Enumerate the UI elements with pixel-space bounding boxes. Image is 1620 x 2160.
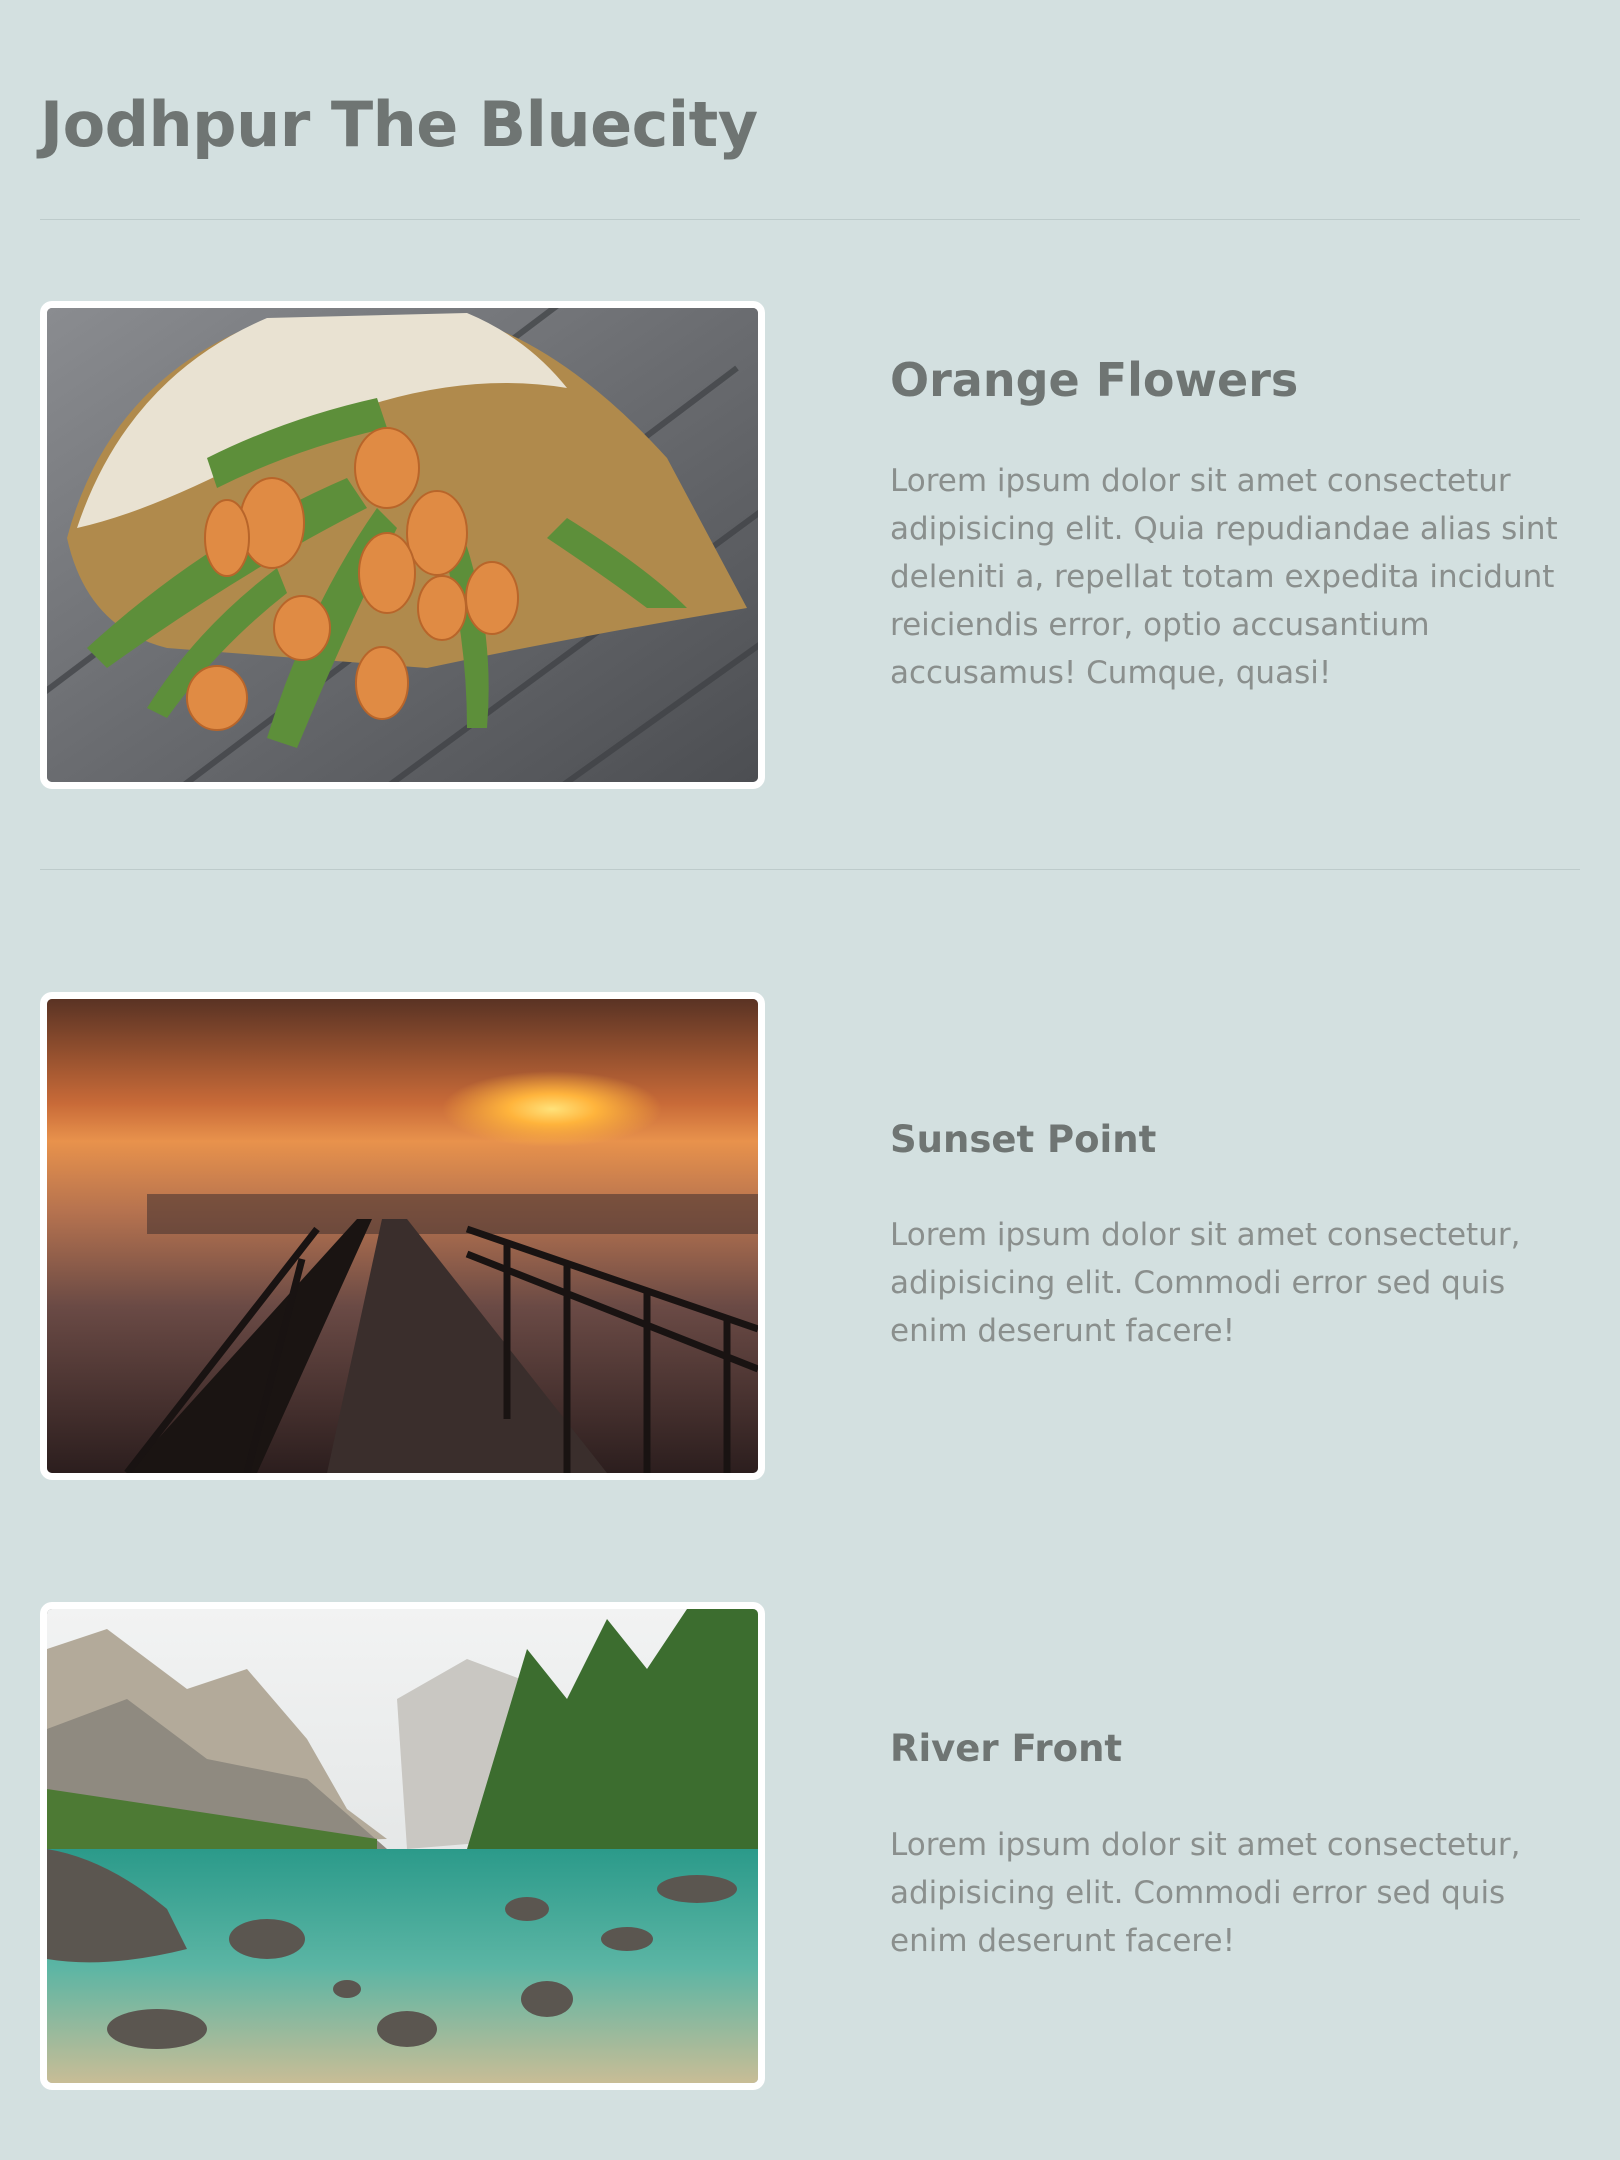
card-text-river-front: Lorem ipsum dolor sit amet consectetur, … <box>890 1827 1521 1959</box>
card-text-sunset-point: Lorem ipsum dolor sit amet consectetur, … <box>890 1217 1521 1349</box>
river-front-image <box>40 1602 765 2090</box>
section-divider <box>40 869 1580 870</box>
orange-flowers-image <box>40 301 765 789</box>
card-title-river-front: River Front <box>890 1727 1123 1770</box>
card-title-sunset-point: Sunset Point <box>890 1118 1157 1161</box>
sunset-point-image <box>40 992 765 1480</box>
page-title: Jodhpur The Bluecity <box>40 88 758 161</box>
page: Jodhpur The Bluecity Orange Flowers Lore… <box>0 0 1620 2160</box>
card-text-orange-flowers: Lorem ipsum dolor sit amet consectetur a… <box>890 463 1558 691</box>
card-title-orange-flowers: Orange Flowers <box>890 353 1299 407</box>
header-divider <box>40 219 1580 220</box>
